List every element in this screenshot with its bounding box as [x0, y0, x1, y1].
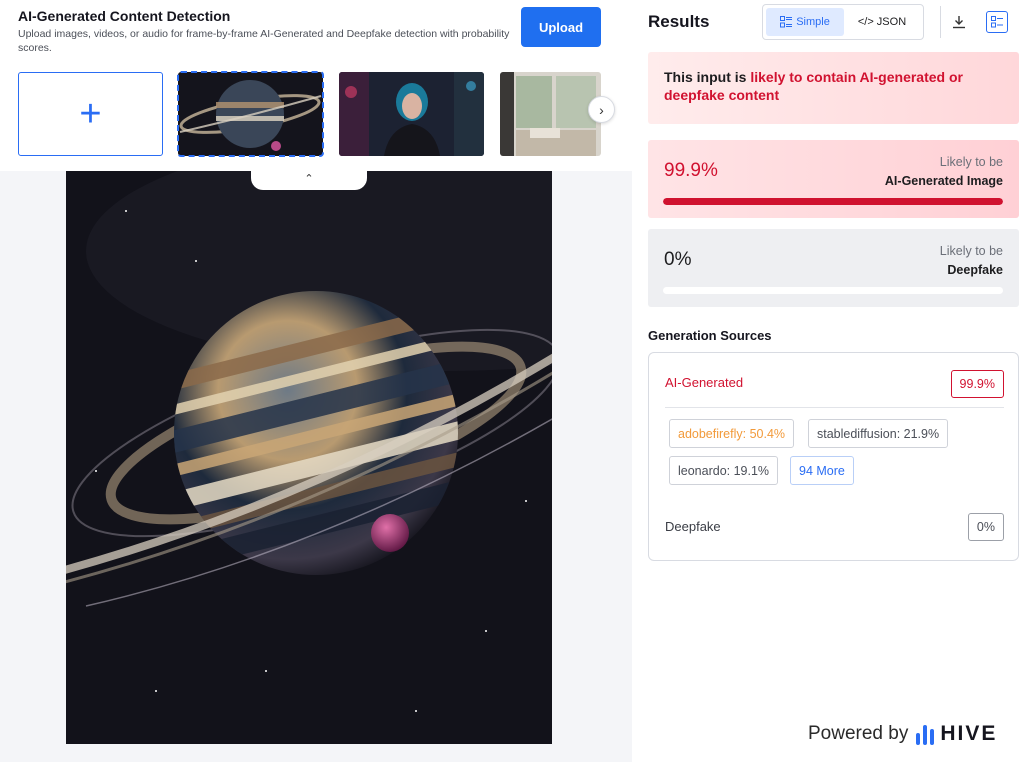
verdict-banner: This input is likely to contain AI-gener… — [648, 52, 1019, 124]
collapse-header-button[interactable]: ⌃ — [251, 166, 367, 190]
results-panel: Results Simple </> JSON This input is li… — [632, 0, 1024, 762]
toolbar-divider — [940, 6, 941, 38]
likely-to-be-label: Likely to be — [939, 155, 1003, 169]
image-preview — [66, 171, 552, 744]
interior-thumbnail-image — [500, 72, 601, 156]
deepfake-progress-bar — [663, 287, 1003, 294]
simple-view-label: Simple — [796, 16, 830, 28]
page-title: AI-Generated Content Detection — [18, 8, 231, 24]
deepfake-source-badge: 0% — [967, 513, 1004, 541]
deepfake-label: Deepfake — [947, 263, 1003, 277]
ai-generated-source-label: AI-Generated — [665, 375, 744, 390]
thumbnail-portrait[interactable] — [339, 72, 484, 156]
layout-toggle-icon[interactable] — [986, 11, 1008, 33]
plus-icon: + — [79, 93, 102, 135]
ai-generated-score-card: 99.9% Likely to be AI-Generated Image — [648, 140, 1019, 218]
chevron-up-icon: ⌃ — [304, 172, 314, 185]
likely-to-be-label: Likely to be — [939, 244, 1003, 258]
generation-sources-box: AI-Generated 99.9% adobefirefly: 50.4% s… — [648, 352, 1019, 561]
thumbnail-interior[interactable] — [500, 72, 601, 156]
ai-generated-likely: Likely to be AI-Generated Image — [885, 153, 1003, 191]
deepfake-source-label: Deepfake — [665, 519, 721, 534]
ai-generated-progress-fill — [663, 198, 1003, 205]
json-view-button[interactable]: </> JSON — [847, 8, 917, 36]
source-chip-adobefirefly: adobefirefly: 50.4% — [669, 419, 795, 448]
ai-generated-progress-bar — [663, 198, 1003, 205]
results-title: Results — [648, 12, 710, 31]
deepfake-score-card: 0% Likely to be Deepfake — [648, 229, 1019, 307]
layout-glyph — [991, 16, 1003, 28]
download-icon[interactable] — [949, 12, 969, 32]
page-description: Upload images, videos, or audio for fram… — [18, 28, 510, 54]
planet-thumbnail-image — [178, 72, 323, 156]
hive-logo[interactable]: HIVE — [916, 722, 997, 746]
verdict-prefix: This input is — [664, 69, 751, 85]
ai-generated-image-label: AI-Generated Image — [884, 174, 1003, 188]
powered-by-text: Powered by — [808, 723, 909, 744]
planet-image — [66, 171, 552, 744]
upload-header: AI-Generated Content Detection Upload im… — [0, 0, 632, 171]
view-toggle: Simple </> JSON — [762, 4, 924, 40]
next-thumbnails-button[interactable]: › — [588, 96, 615, 123]
source-chip-stablediffusion: stablediffusion: 21.9% — [808, 419, 949, 448]
ai-generated-source-badge: 99.9% — [950, 370, 1004, 398]
portrait-thumbnail-image — [339, 72, 484, 156]
media-pane: AI-Generated Content Detection Upload im… — [0, 0, 632, 762]
powered-by: Powered by HIVE — [808, 722, 997, 746]
hive-logo-icon — [916, 723, 935, 745]
generation-sources-title: Generation Sources — [648, 328, 772, 343]
more-sources-button[interactable]: 94 More — [790, 456, 854, 485]
upload-button[interactable]: Upload — [521, 7, 601, 47]
ai-generated-percent: 99.9% — [664, 160, 718, 181]
deepfake-likely: Likely to be Deepfake — [940, 242, 1003, 280]
hive-wordmark: HIVE — [940, 722, 998, 745]
list-view-icon — [780, 16, 793, 28]
simple-view-button[interactable]: Simple — [766, 8, 844, 36]
thumbnail-planet[interactable] — [177, 71, 324, 157]
divider — [665, 407, 1004, 408]
deepfake-percent: 0% — [664, 249, 692, 270]
download-glyph — [953, 16, 965, 29]
source-chip-leonardo: leonardo: 19.1% — [669, 456, 779, 485]
add-media-button[interactable]: + — [18, 72, 163, 156]
